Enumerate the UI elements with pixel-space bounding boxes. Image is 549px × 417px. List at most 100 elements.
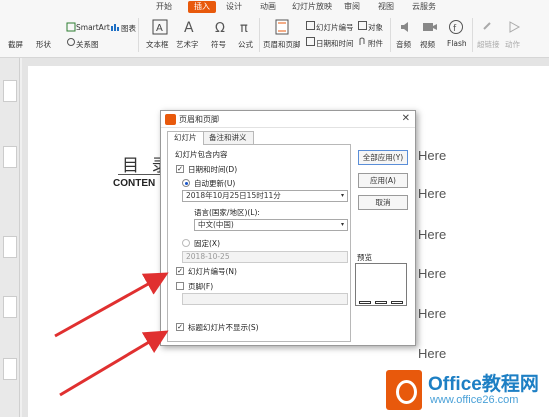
datetime-checkbox[interactable]: ✓ bbox=[176, 165, 184, 173]
smartart-button[interactable]: SmartArt bbox=[76, 23, 110, 32]
object-button[interactable]: 对象 bbox=[368, 22, 383, 33]
slide-here-text[interactable]: Here bbox=[418, 186, 446, 201]
hyperlink-icon bbox=[483, 22, 491, 30]
slide-here-text[interactable]: Here bbox=[418, 227, 446, 242]
footer-text-field[interactable] bbox=[182, 293, 348, 305]
symbol-button[interactable]: 符号 bbox=[211, 39, 226, 50]
chart-button[interactable]: 图表 bbox=[121, 23, 136, 34]
tab-animation[interactable]: 动画 bbox=[260, 1, 276, 13]
shapes-button[interactable]: 形状 bbox=[36, 39, 51, 50]
tab-slide[interactable]: 幻灯片 bbox=[167, 131, 204, 145]
symbol-icon: Ω bbox=[215, 21, 225, 35]
preview-slot bbox=[375, 301, 387, 304]
footer-checkbox[interactable] bbox=[176, 282, 184, 290]
slide-thumbnail[interactable] bbox=[3, 236, 17, 258]
auto-update-radio[interactable] bbox=[182, 179, 190, 187]
datetime-icon bbox=[306, 37, 315, 46]
include-group-label: 幻灯片包含内容 bbox=[175, 150, 228, 159]
header-footer-button[interactable]: 页眉和页脚 bbox=[263, 39, 301, 50]
slide-here-text[interactable]: Here bbox=[418, 306, 446, 321]
slide-number-label: 幻灯片编号(N) bbox=[188, 267, 237, 276]
slide-thumbnail[interactable] bbox=[3, 146, 17, 168]
language-select[interactable]: 中文(中国) ▾ bbox=[194, 219, 348, 231]
tab-insert[interactable]: 插入 bbox=[188, 1, 216, 13]
dialog-titlebar[interactable]: 页眉和页脚 ✕ bbox=[161, 111, 415, 128]
tab-design[interactable]: 设计 bbox=[226, 1, 242, 13]
fixed-date-field[interactable]: 2018-10-25 bbox=[182, 251, 348, 263]
fixed-label: 固定(X) bbox=[194, 239, 220, 248]
auto-update-label: 自动更新(U) bbox=[194, 179, 236, 188]
flash-icon: f bbox=[449, 20, 463, 34]
textbox-icon: A bbox=[152, 19, 168, 35]
ribbon-separator bbox=[472, 18, 473, 52]
preview-slot bbox=[359, 301, 371, 304]
svg-text:f: f bbox=[453, 24, 457, 34]
video-button[interactable]: 视频 bbox=[420, 39, 435, 50]
action-icon bbox=[509, 21, 521, 33]
no-title-slide-checkbox[interactable]: ✓ bbox=[176, 323, 184, 331]
preview-slot bbox=[391, 301, 403, 304]
svg-text:Ω: Ω bbox=[215, 21, 225, 35]
action-button[interactable]: 动作 bbox=[505, 39, 520, 50]
formula-icon: π bbox=[240, 21, 248, 35]
slide-subtitle-text[interactable]: CONTEN bbox=[113, 178, 155, 189]
svg-text:A: A bbox=[156, 23, 163, 34]
slide-number-checkbox[interactable]: ✓ bbox=[176, 267, 184, 275]
date-format-select[interactable]: 2018年10月25日15时11分 ▾ bbox=[182, 190, 348, 202]
slide-thumbnail[interactable] bbox=[3, 80, 17, 102]
chevron-down-icon: ▾ bbox=[340, 192, 344, 199]
wordart-icon: A bbox=[184, 20, 194, 35]
formula-button[interactable]: 公式 bbox=[238, 39, 253, 50]
slide-number-button[interactable]: 幻灯片编号 bbox=[316, 22, 354, 33]
datetime-button[interactable]: 日期和时间 bbox=[316, 38, 354, 49]
app-icon bbox=[165, 114, 176, 125]
no-title-slide-label: 标题幻灯片不显示(S) bbox=[188, 323, 259, 332]
header-footer-dialog: 页眉和页脚 ✕ 幻灯片 备注和讲义 幻灯片包含内容 ✓ 日期和时间(D) 自动更… bbox=[160, 110, 416, 346]
relation-button[interactable]: 关系图 bbox=[76, 39, 99, 50]
ribbon-tabs: 开始 插入 设计 动画 幻灯片放映 审阅 视图 云服务 bbox=[0, 0, 549, 14]
chevron-down-icon: ▾ bbox=[340, 221, 344, 228]
tab-notes-handouts[interactable]: 备注和讲义 bbox=[202, 131, 254, 144]
ribbon: 开始 插入 设计 动画 幻灯片放映 审阅 视图 云服务 截屏 形状 SmartA… bbox=[0, 0, 549, 58]
hyperlink-button[interactable]: 超链接 bbox=[477, 39, 500, 50]
close-icon[interactable]: ✕ bbox=[402, 113, 410, 124]
office-logo-icon bbox=[386, 370, 422, 410]
ribbon-separator bbox=[259, 18, 260, 52]
slide-thumbnail[interactable] bbox=[3, 358, 17, 380]
preview-label: 预览 bbox=[357, 253, 372, 262]
svg-text:π: π bbox=[240, 21, 248, 35]
slide-thumbnail[interactable] bbox=[3, 296, 17, 318]
ribbon-separator bbox=[138, 18, 139, 52]
apply-all-button[interactable]: 全部应用(Y) bbox=[358, 150, 408, 165]
cancel-button[interactable]: 取消 bbox=[358, 195, 408, 210]
apply-button[interactable]: 应用(A) bbox=[358, 173, 408, 188]
slide-here-text[interactable]: Here bbox=[418, 266, 446, 281]
relation-icon bbox=[67, 38, 75, 46]
watermark-title: Office教程网 bbox=[428, 374, 539, 395]
slide-here-text[interactable]: Here bbox=[418, 346, 446, 361]
attachment-icon bbox=[359, 37, 365, 45]
audio-button[interactable]: 音频 bbox=[396, 39, 411, 50]
video-icon bbox=[423, 23, 437, 31]
tab-review[interactable]: 审阅 bbox=[344, 1, 360, 13]
date-format-value: 2018年10月25日15时11分 bbox=[186, 191, 281, 200]
watermark-url: www.office26.com bbox=[430, 394, 519, 406]
slide-number-icon bbox=[306, 21, 315, 30]
dialog-title: 页眉和页脚 bbox=[179, 115, 219, 124]
flash-button[interactable]: Flash bbox=[447, 39, 467, 48]
slide-tab-pane: 幻灯片包含内容 ✓ 日期和时间(D) 自动更新(U) 2018年10月25日15… bbox=[167, 144, 351, 342]
slide-here-text[interactable]: Here bbox=[418, 148, 446, 163]
attachment-button[interactable]: 附件 bbox=[368, 38, 383, 49]
screenshot-button[interactable]: 截屏 bbox=[8, 39, 23, 50]
tab-cloud[interactable]: 云服务 bbox=[412, 1, 436, 13]
language-value: 中文(中国) bbox=[198, 220, 234, 229]
tab-home[interactable]: 开始 bbox=[156, 1, 172, 13]
wordart-button[interactable]: 艺术字 bbox=[176, 39, 199, 50]
tab-slideshow[interactable]: 幻灯片放映 bbox=[292, 1, 332, 13]
tab-view[interactable]: 视图 bbox=[378, 1, 394, 13]
preview-box bbox=[355, 263, 407, 306]
footer-label: 页脚(F) bbox=[188, 282, 214, 291]
fixed-radio[interactable] bbox=[182, 239, 190, 247]
textbox-button[interactable]: 文本框 bbox=[146, 39, 169, 50]
smartart-icon bbox=[66, 22, 76, 32]
